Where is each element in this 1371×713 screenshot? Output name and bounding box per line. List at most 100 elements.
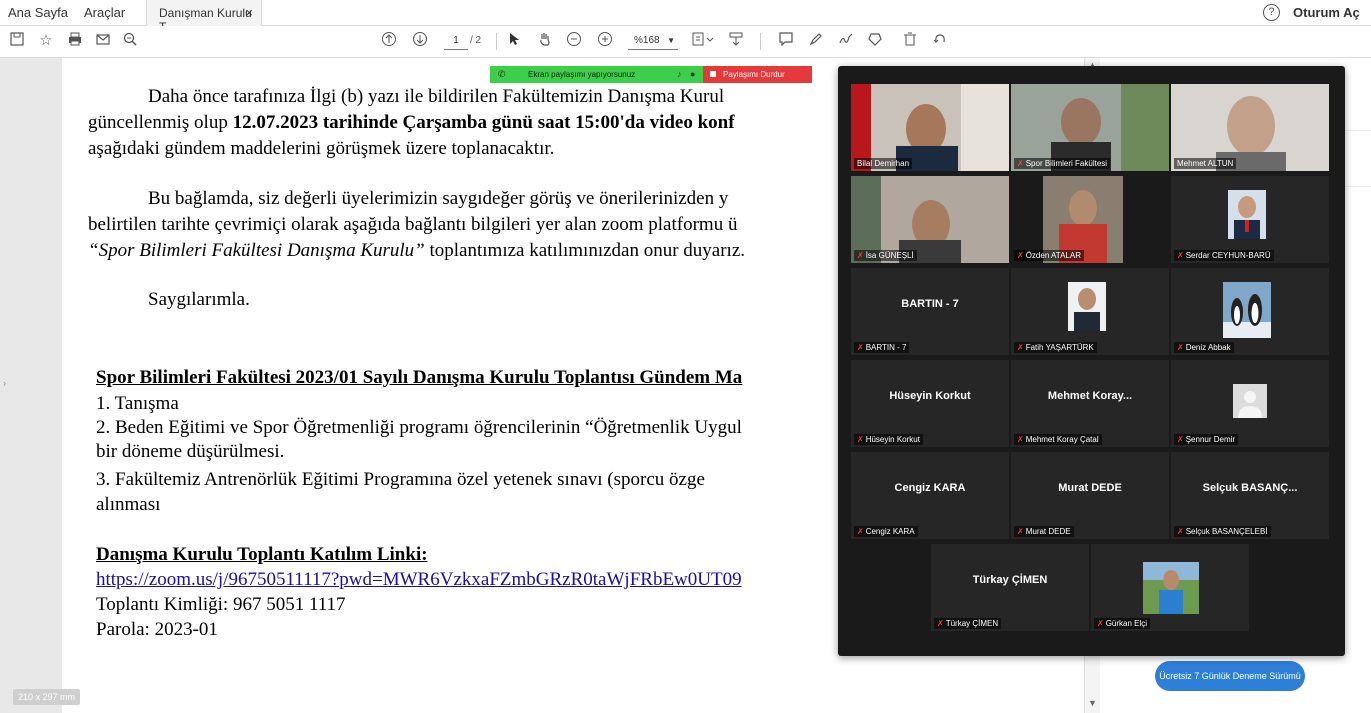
signature-icon[interactable] (836, 31, 856, 51)
help-icon[interactable]: ? (1263, 4, 1280, 21)
participant-photo (1068, 282, 1106, 331)
participant-tile[interactable]: ✗ Özden ATALAR (1011, 176, 1169, 263)
close-icon[interactable]: × (245, 5, 253, 20)
document-tab[interactable]: Danışman Kurulu T... × (146, 0, 262, 34)
zoom-search-icon[interactable] (120, 31, 140, 51)
meeting-link[interactable]: https://zoom.us/j/96750511117?pwd=MWR6Vz… (96, 569, 742, 591)
stop-share-button[interactable]: Paylaşımı Durdur (703, 66, 812, 83)
participant-tile[interactable]: BARTIN - 7 ✗ BARTIN - 7 (851, 268, 1009, 355)
participant-name: ✗ Mehmet Koray Çatal (1014, 434, 1102, 445)
paragraph-line: Daha önce tarafınıza İlgi (b) yazı ile b… (148, 86, 725, 107)
participant-name-text: Şennur Demir (1185, 435, 1236, 444)
page-size-badge: 210 x 297 mm (13, 689, 81, 705)
participant-tile[interactable]: Murat DEDE ✗ Murat DEDE (1011, 452, 1169, 539)
participant-tile[interactable]: Cengiz KARA ✗ Cengiz KARA (851, 452, 1009, 539)
muted-mic-icon: ✗ (857, 343, 864, 352)
mic-icon[interactable]: ♪ (677, 66, 682, 83)
stop-icon (710, 71, 716, 77)
participant-photo (1223, 282, 1271, 338)
paragraph-line: güncellenmiş olup 12.07.2023 tarihinde Ç… (88, 112, 735, 134)
participant-display-name: Murat DEDE (1058, 482, 1122, 494)
participant-name: ✗ BARTIN - 7 (854, 342, 910, 353)
agenda-item: 1. Tanışma (96, 393, 179, 414)
participant-tile-active[interactable]: Mehmet ALTUN (1171, 84, 1329, 171)
zoom-in-icon[interactable] (595, 31, 615, 51)
agenda-item: alınması (96, 494, 161, 515)
toolbar-divider (496, 33, 497, 50)
page-up-icon[interactable] (379, 31, 399, 51)
participant-photo (1228, 190, 1266, 239)
scroll-mode-icon[interactable] (726, 31, 746, 51)
zoom-level-select[interactable]: %168 ▼ (628, 32, 678, 50)
participant-name-text: Fatih YAŞARTÜRK (1025, 343, 1094, 352)
agenda-item: 3. Fakültemiz Antrenörlük Eğitimi Progra… (96, 469, 705, 490)
phone-icon: ✆ (498, 69, 506, 79)
email-icon[interactable] (93, 31, 113, 51)
participant-display-name: Cengiz KARA (894, 482, 966, 494)
screen-share-bar: ✆ Ekran paylaşımı yapıyorsunuz ♪ ● Payla… (490, 66, 812, 83)
shield-icon[interactable]: ● (690, 66, 695, 83)
print-icon[interactable] (65, 31, 85, 51)
link-title: Danışma Kurulu Toplantı Katılım Linki: (96, 544, 428, 565)
signin-button[interactable]: Oturum Aç (1293, 5, 1360, 20)
stamp-icon[interactable] (865, 31, 885, 51)
paragraph-line: “Spor Bilimleri Fakültesi Danışma Kurulu… (88, 240, 745, 262)
default-avatar-icon (1233, 384, 1267, 418)
participant-tile[interactable]: Türkay ÇİMEN ✗ Türkay ÇİMEN (931, 544, 1089, 631)
participant-name: ✗ Murat DEDE (1014, 526, 1074, 537)
meeting-date-text: 12.07.2023 tarihinde Çarşamba günü saat … (232, 112, 735, 133)
text-run: “Spor Bilimleri Fakültesi Danışma Kurulu… (88, 240, 425, 261)
meeting-link-text[interactable]: https://zoom.us/j/96750511117?pwd=MWR6Vz… (96, 569, 742, 590)
participant-name-text: Selçuk BASANÇELEBİ (1185, 527, 1268, 536)
text-run: güncellenmiş olup (88, 112, 233, 133)
share-status-text: Ekran paylaşımı yapıyorsunuz (528, 70, 636, 79)
menu-tools[interactable]: Araçlar (84, 5, 125, 20)
meeting-id-text: Toplantı Kimliği: 967 5051 1117 (96, 594, 346, 615)
participant-tile[interactable]: ✗ Fatih YAŞARTÜRK (1011, 268, 1169, 355)
save-icon[interactable] (7, 31, 27, 51)
participant-name: ✗ İsa GÜNEŞLİ (854, 250, 917, 261)
video-gallery: Bilal Demirhan ✗ Spor Bilimleri Fakültesi… (838, 66, 1345, 656)
participant-tile[interactable]: ✗ Gürkan Elçi (1091, 544, 1249, 631)
participant-name: ✗ Spor Bilimleri Fakültesi (1014, 158, 1111, 169)
participant-tile[interactable]: ✗ Şennur Demir (1171, 360, 1329, 447)
muted-mic-icon: ✗ (1177, 251, 1184, 260)
page-down-icon[interactable] (410, 31, 430, 51)
panel-toggle-icon[interactable]: › (3, 378, 6, 388)
muted-mic-icon: ✗ (857, 527, 864, 536)
menu-home[interactable]: Ana Sayfa (8, 5, 68, 20)
free-trial-button[interactable]: Ücretsiz 7 Günlük Deneme Sürümü (1155, 661, 1305, 691)
agenda-item: 2. Beden Eğitimi ve Spor Öğretmenliği pr… (96, 417, 742, 438)
zoom-out-icon[interactable] (564, 31, 584, 51)
participant-tile[interactable]: Hüseyin Korkut ✗ Hüseyin Korkut (851, 360, 1009, 447)
participant-display-name: Hüseyin Korkut (889, 390, 971, 402)
muted-mic-icon: ✗ (857, 435, 864, 444)
agenda-title: Spor Bilimleri Fakültesi 2023/01 Sayılı … (96, 367, 743, 388)
participant-tile[interactable]: ✗ Serdar CEYHUN-BARÜ (1171, 176, 1329, 263)
participant-tile[interactable]: ✗ Deniz Abbak (1171, 268, 1329, 355)
participant-tile[interactable]: Selçuk BASANÇ... ✗ Selçuk BASANÇELEBİ (1171, 452, 1329, 539)
scroll-down-icon[interactable]: ▼ (1088, 698, 1097, 708)
undo-icon[interactable] (930, 31, 950, 51)
participant-tile[interactable]: ✗ Spor Bilimleri Fakültesi (1011, 84, 1169, 171)
participant-tile[interactable]: Mehmet Koray... ✗ Mehmet Koray Çatal (1011, 360, 1169, 447)
select-arrow-icon[interactable] (504, 31, 524, 51)
delete-icon[interactable] (900, 31, 920, 51)
highlight-pen-icon[interactable] (806, 31, 826, 51)
hand-icon[interactable] (535, 31, 555, 51)
participant-name-text: Spor Bilimleri Fakültesi (1025, 159, 1108, 168)
participant-name: ✗ Serdar CEYHUN-BARÜ (1174, 250, 1274, 261)
muted-mic-icon: ✗ (1177, 527, 1184, 536)
page-fit-icon[interactable] (689, 31, 717, 51)
bookmark-star-icon[interactable]: ☆ (36, 31, 56, 51)
participant-tile[interactable]: ✗ İsa GÜNEŞLİ (851, 176, 1009, 263)
comment-icon[interactable] (776, 31, 796, 51)
participant-display-name: Selçuk BASANÇ... (1202, 482, 1298, 494)
participant-name: ✗ Fatih YAŞARTÜRK (1014, 342, 1097, 353)
participant-tile[interactable]: Bilal Demirhan (851, 84, 1009, 171)
toolbar: ☆ 1 / 2 %168 ▼ (0, 26, 1371, 58)
participant-name-text: İsa GÜNEŞLİ (865, 251, 914, 260)
muted-mic-icon: ✗ (1017, 251, 1024, 260)
stop-share-label: Paylaşımı Durdur (723, 70, 785, 79)
page-number-input[interactable]: 1 (444, 32, 468, 50)
